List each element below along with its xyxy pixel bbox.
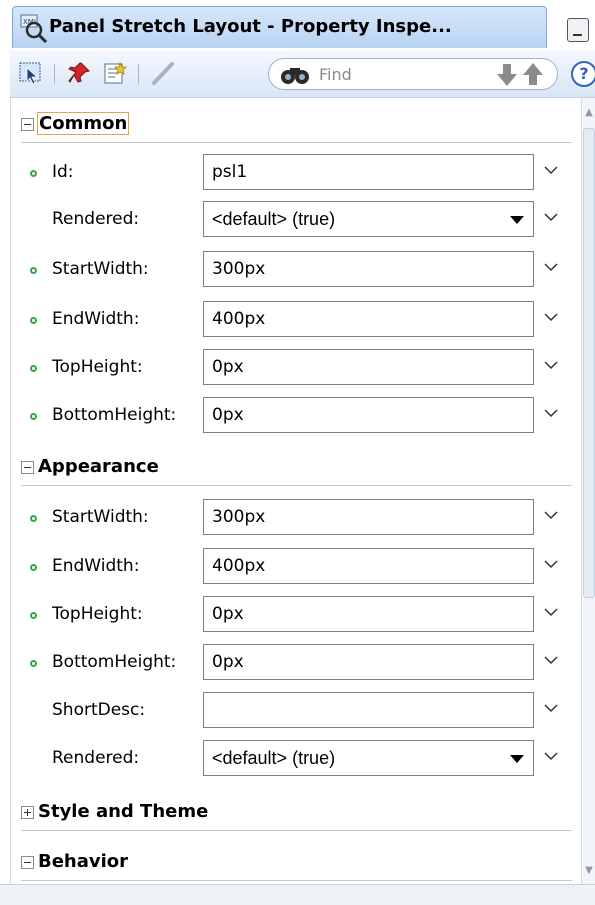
property-row-startwidth: StartWidth: 300px — [11, 247, 582, 294]
property-set-indicator — [30, 267, 37, 274]
find-next-arrow-icon[interactable] — [495, 62, 519, 88]
property-row-endwidth: EndWidth: 400px — [11, 544, 582, 591]
property-label: Id: — [52, 162, 74, 182]
property-list: Common Id: psl1 Rendered: <default> (tru… — [10, 98, 581, 884]
bottomheight-field[interactable]: 0px — [203, 644, 534, 680]
property-label: Rendered: — [52, 748, 140, 768]
section-behavior[interactable]: Behavior — [11, 843, 582, 883]
chevron-down-icon[interactable] — [544, 358, 558, 372]
property-set-indicator — [30, 317, 37, 324]
property-label: ShortDesc: — [52, 700, 146, 720]
startwidth-field[interactable]: 300px — [203, 499, 534, 535]
find-previous-arrow-icon[interactable] — [521, 61, 545, 87]
collapse-icon[interactable] — [21, 118, 34, 131]
property-label: TopHeight: — [52, 357, 143, 377]
property-set-indicator — [30, 564, 37, 571]
shortdesc-field[interactable] — [203, 692, 534, 728]
status-strip — [0, 884, 595, 905]
dropdown-arrow-icon[interactable] — [510, 755, 524, 763]
property-row-topheight: TopHeight: 0px — [11, 345, 582, 392]
rendered-select[interactable]: <default> (true) — [203, 201, 534, 237]
chevron-down-icon[interactable] — [544, 310, 558, 324]
property-row-endwidth: EndWidth: 400px — [11, 297, 582, 344]
window-tab[interactable]: XML Panel Stretch Layout - Property Insp… — [12, 6, 547, 48]
property-set-indicator — [30, 515, 37, 522]
pin-icon[interactable] — [66, 60, 92, 86]
property-row-startwidth: StartWidth: 300px — [11, 495, 582, 542]
section-label-style-and-theme: Style and Theme — [38, 801, 209, 822]
help-icon[interactable]: ? — [571, 61, 595, 87]
section-label-behavior: Behavior — [38, 851, 129, 872]
rendered-select[interactable]: <default> (true) — [203, 740, 534, 776]
section-divider — [21, 485, 572, 486]
section-style-and-theme[interactable]: Style and Theme — [11, 793, 582, 833]
property-row-rendered: Rendered: <default> (true) — [11, 736, 582, 783]
property-label: StartWidth: — [52, 507, 149, 527]
chevron-down-icon[interactable] — [544, 260, 558, 274]
property-row-topheight: TopHeight: 0px — [11, 592, 582, 639]
minimize-button[interactable] — [567, 18, 589, 42]
toolbar-separator — [138, 64, 139, 84]
chevron-down-icon[interactable] — [544, 653, 558, 667]
scrollbar-thumb[interactable] — [583, 128, 595, 598]
section-label-common: Common — [36, 112, 130, 135]
chevron-down-icon[interactable] — [544, 508, 558, 522]
vertical-scrollbar[interactable]: ▲ ▼ — [581, 98, 595, 884]
property-inspector-icon: XML — [20, 14, 48, 43]
property-set-indicator — [30, 365, 37, 372]
chevron-down-icon[interactable] — [544, 749, 558, 763]
property-label: Rendered: — [52, 209, 140, 229]
property-set-indicator — [30, 612, 37, 619]
startwidth-field[interactable]: 300px — [203, 251, 534, 287]
property-label: EndWidth: — [52, 556, 140, 576]
endwidth-field[interactable]: 400px — [203, 301, 534, 337]
select-component-icon[interactable] — [18, 60, 44, 86]
property-row-rendered: Rendered: <default> (true) — [11, 197, 582, 244]
topheight-field[interactable]: 0px — [203, 596, 534, 632]
id-field[interactable]: psl1 — [203, 154, 534, 190]
chevron-down-icon[interactable] — [544, 406, 558, 420]
section-divider — [21, 142, 572, 143]
property-row-bottomheight: BottomHeight: 0px — [11, 640, 582, 687]
toolbar: Find ? — [10, 50, 595, 98]
chevron-down-icon[interactable] — [544, 557, 558, 571]
section-divider — [21, 880, 572, 881]
chevron-down-icon[interactable] — [544, 605, 558, 619]
section-label-appearance: Appearance — [38, 456, 159, 477]
property-label: StartWidth: — [52, 259, 149, 279]
collapse-icon[interactable] — [21, 856, 34, 869]
toolbar-separator — [54, 64, 55, 84]
chevron-down-icon[interactable] — [544, 701, 558, 715]
scroll-up-icon[interactable]: ▲ — [584, 108, 594, 118]
section-common[interactable]: Common — [11, 105, 582, 145]
window-title: Panel Stretch Layout - Property Inspe... — [49, 16, 452, 37]
dropdown-arrow-icon[interactable] — [510, 216, 524, 224]
section-divider — [21, 830, 572, 831]
find-field[interactable]: Find — [268, 58, 558, 90]
edit-properties-icon[interactable] — [102, 60, 128, 86]
chevron-down-icon[interactable] — [544, 210, 558, 224]
pencil-icon — [152, 62, 174, 85]
expand-icon[interactable] — [21, 806, 34, 819]
property-row-shortdesc: ShortDesc: — [11, 688, 582, 735]
property-label: BottomHeight: — [52, 405, 177, 425]
property-label: TopHeight: — [52, 604, 143, 624]
property-row-id: Id: psl1 — [11, 150, 582, 197]
property-set-indicator — [30, 170, 37, 177]
property-label: EndWidth: — [52, 309, 140, 329]
find-placeholder: Find — [319, 65, 352, 84]
property-label: BottomHeight: — [52, 652, 177, 672]
scroll-down-icon[interactable]: ▼ — [584, 866, 594, 876]
title-bar: XML Panel Stretch Layout - Property Insp… — [0, 0, 595, 50]
property-row-bottomheight: BottomHeight: 0px — [11, 393, 582, 440]
endwidth-field[interactable]: 400px — [203, 548, 534, 584]
bottomheight-field[interactable]: 0px — [203, 397, 534, 433]
binoculars-icon — [281, 68, 309, 84]
property-set-indicator — [30, 660, 37, 667]
section-appearance[interactable]: Appearance — [11, 448, 582, 488]
chevron-down-icon[interactable] — [544, 163, 558, 177]
property-set-indicator — [30, 413, 37, 420]
collapse-icon[interactable] — [21, 461, 34, 474]
topheight-field[interactable]: 0px — [203, 349, 534, 385]
